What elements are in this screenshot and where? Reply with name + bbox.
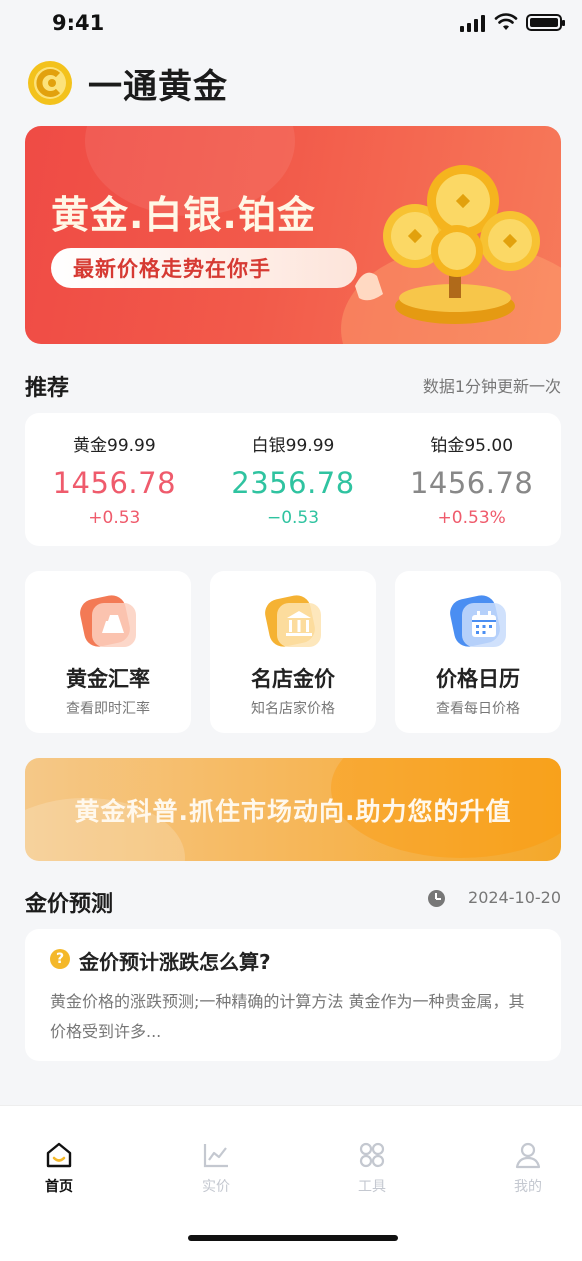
price-change: +0.53	[88, 508, 141, 528]
prediction-date: 2024-10-20	[468, 888, 561, 907]
home-indicator	[188, 1235, 398, 1241]
app-header: 一通黄金	[27, 60, 228, 107]
prediction-summary: 黄金价格的涨跌预测;一种精确的计算方法 黄金作为一种贵金属，其价格受到许多...	[50, 992, 525, 1041]
metal-name: 铂金95.00	[430, 436, 514, 456]
update-note: 数据1分钟更新一次	[422, 377, 561, 396]
signal-icon	[460, 14, 485, 32]
question-icon: ?	[50, 949, 70, 969]
calendar-icon	[450, 595, 506, 647]
prediction-card[interactable]: ? 金价预计涨跌怎么算? 黄金价格的涨跌预测;一种精确的计算方法 黄金作为一种贵…	[25, 929, 561, 1061]
home-icon	[46, 1142, 72, 1168]
price-card: 黄金99.99 1456.78 +0.53 白银99.99 2356.78 −0…	[25, 413, 561, 546]
price-change: +0.53%	[437, 508, 506, 528]
metal-price: 2356.78	[231, 466, 355, 500]
price-change: −0.53	[266, 508, 320, 528]
promo-text: 黄金科普.抓住市场动向.助力您的升值	[74, 797, 512, 826]
tab-tools[interactable]: 工具	[332, 1140, 412, 1196]
section-title-prediction: 金价预测	[25, 892, 114, 917]
gold-bar-icon	[80, 595, 136, 647]
banner-subtitle: 最新价格走势在你手	[51, 248, 357, 288]
tool-title: 价格日历	[436, 667, 520, 691]
tab-label: 实价	[202, 1179, 230, 1195]
app-name: 一通黄金	[88, 66, 228, 107]
status-time: 9:41	[52, 11, 105, 35]
tools-icon	[359, 1142, 385, 1168]
tool-subtitle: 查看即时汇率	[66, 701, 150, 717]
tool-card-price-calendar[interactable]: 价格日历 查看每日价格	[395, 571, 561, 733]
price-item-gold[interactable]: 黄金99.99 1456.78 +0.53	[25, 413, 204, 546]
price-item-platinum[interactable]: 铂金95.00 1456.78 +0.53%	[382, 413, 561, 546]
tool-card-shop-price[interactable]: 名店金价 知名店家价格	[210, 571, 376, 733]
tool-card-gold-rate[interactable]: 黄金汇率 查看即时汇率	[25, 571, 191, 733]
section-title-recommend: 推荐	[25, 376, 70, 401]
tool-title: 黄金汇率	[66, 667, 150, 691]
chart-icon	[203, 1144, 228, 1168]
promo-banner[interactable]: 黄金科普.抓住市场动向.助力您的升值	[25, 758, 561, 861]
coin-tree-icon	[355, 165, 540, 324]
hero-banner[interactable]: 黄金.白银.铂金 最新价格走势在你手	[25, 126, 561, 344]
bank-icon	[265, 595, 321, 647]
metal-name: 黄金99.99	[73, 436, 156, 456]
tab-home[interactable]: 首页	[19, 1140, 99, 1196]
status-bar: 9:41	[0, 0, 582, 44]
tool-title: 名店金价	[251, 667, 335, 691]
app-logo-icon	[28, 61, 72, 105]
tab-label: 工具	[358, 1179, 386, 1195]
banner-title: 黄金.白银.铂金	[51, 193, 316, 237]
prediction-question: 金价预计涨跌怎么算?	[79, 950, 271, 974]
wifi-icon	[494, 13, 518, 30]
metal-price: 1456.78	[409, 466, 534, 500]
price-item-silver[interactable]: 白银99.99 2356.78 −0.53	[204, 413, 383, 546]
metal-name: 白银99.99	[251, 436, 335, 456]
tab-label: 首页	[45, 1179, 73, 1195]
tab-profile[interactable]: 我的	[488, 1140, 568, 1196]
tool-subtitle: 知名店家价格	[251, 701, 335, 717]
tool-subtitle: 查看每日价格	[436, 701, 520, 717]
tab-label: 我的	[514, 1179, 542, 1195]
tab-realtime-price[interactable]: 实价	[176, 1140, 256, 1196]
battery-icon	[526, 14, 565, 31]
profile-icon	[515, 1142, 541, 1169]
metal-price: 1456.78	[52, 466, 177, 500]
clock-icon	[428, 890, 445, 907]
